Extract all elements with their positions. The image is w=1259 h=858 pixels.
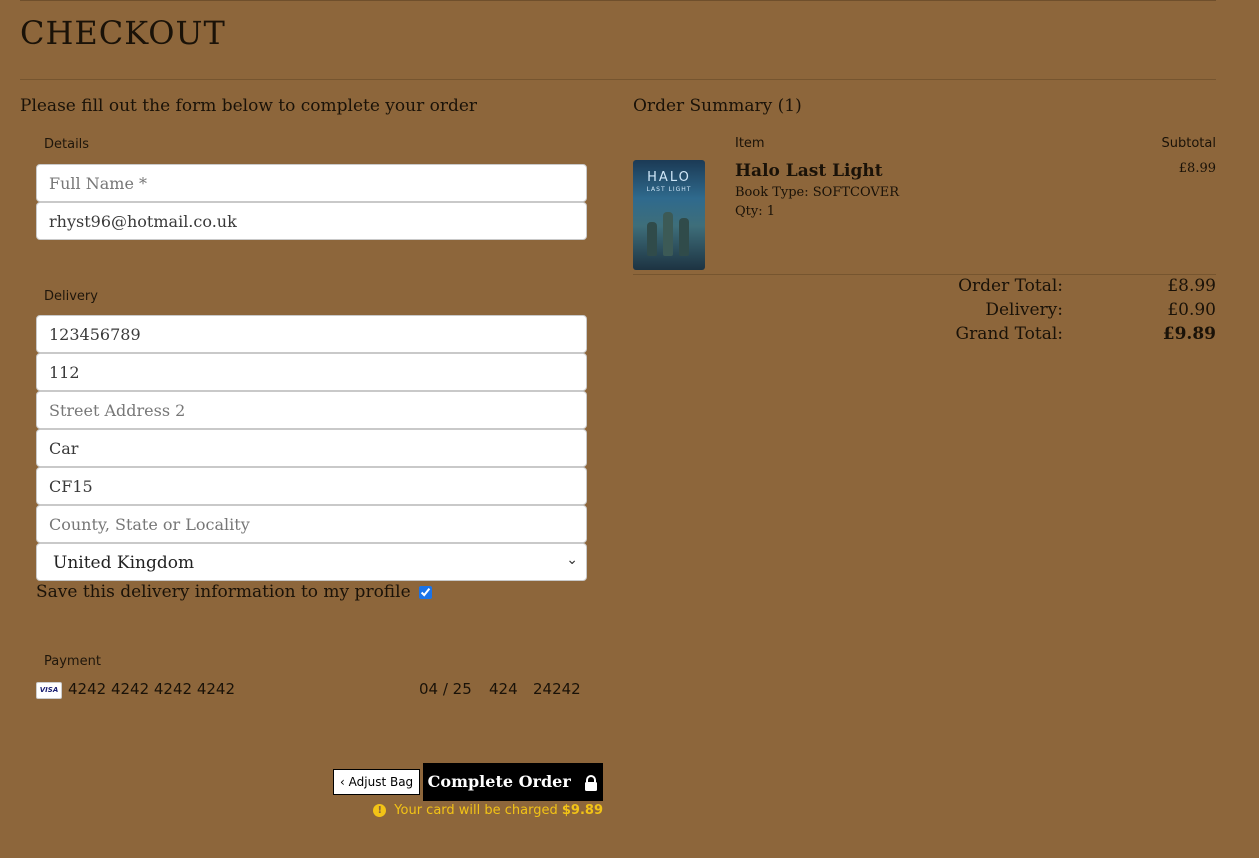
save-info-row: Save this delivery information to my pro…	[36, 582, 432, 602]
save-info-checkbox[interactable]	[418, 586, 432, 599]
title-divider	[20, 79, 1216, 80]
charge-text: Your card will be charged	[394, 803, 558, 818]
card-cvc-field[interactable]: 424	[489, 680, 518, 698]
visa-icon: VISA	[36, 682, 62, 699]
postcode-input[interactable]	[36, 467, 587, 505]
cover-subtitle: LAST LIGHT	[646, 186, 692, 193]
email-input[interactable]	[36, 202, 587, 240]
subtotal-column-header: Subtotal	[1161, 136, 1216, 151]
save-info-label: Save this delivery information to my pro…	[36, 582, 411, 602]
page-title: CHECKOUT	[20, 14, 226, 52]
payment-legend: Payment	[44, 654, 101, 669]
card-number-field[interactable]: 4242 4242 4242 4242	[68, 680, 235, 698]
grand-total-value: £9.89	[1162, 324, 1216, 344]
charge-amount: $9.89	[561, 803, 603, 818]
cover-figure	[663, 212, 673, 256]
order-total-label: Order Total:	[958, 276, 1063, 296]
item-column-header: Item	[735, 136, 765, 151]
adjust-bag-label: Adjust Bag	[348, 775, 414, 789]
order-summary-title: Order Summary (1)	[633, 96, 802, 116]
chevron-down-icon: ⌄	[566, 552, 578, 568]
chevron-left-icon: ‹	[340, 775, 345, 789]
country-select[interactable]: United Kingdom ⌄	[36, 543, 587, 581]
cover-figure	[679, 218, 689, 256]
details-legend: Details	[44, 137, 90, 152]
complete-order-label: Complete Order	[427, 772, 571, 791]
phone-input[interactable]	[36, 315, 587, 353]
delivery-label: Delivery:	[985, 300, 1063, 320]
grand-total-label: Grand Total:	[955, 324, 1063, 344]
summary-divider	[633, 274, 1216, 275]
form-intro: Please fill out the form below to comple…	[20, 96, 478, 116]
warning-icon: !	[373, 804, 387, 817]
item-quantity: Qty: 1	[735, 204, 776, 219]
delivery-value: £0.90	[1167, 300, 1216, 320]
order-total-value: £8.99	[1167, 276, 1216, 296]
top-divider	[20, 0, 1216, 1]
card-postal-field[interactable]: 24242	[533, 680, 581, 698]
book-cover-image: HALO LAST LIGHT	[633, 160, 705, 270]
country-selected-value: United Kingdom	[53, 553, 195, 573]
cover-title: HALO	[647, 170, 691, 185]
street-address-2-input[interactable]	[36, 391, 587, 429]
item-subtotal: £8.99	[1178, 161, 1216, 176]
town-input[interactable]	[36, 429, 587, 467]
delivery-legend: Delivery	[44, 289, 98, 304]
item-book-type: Book Type: SOFTCOVER	[735, 185, 900, 200]
county-input[interactable]	[36, 505, 587, 543]
street-address-1-input[interactable]	[36, 353, 587, 391]
adjust-bag-button[interactable]: ‹ Adjust Bag	[333, 769, 421, 795]
card-expiry-field[interactable]: 04 / 25	[419, 680, 472, 698]
cover-figure	[647, 222, 657, 256]
lock-icon	[585, 774, 598, 791]
full-name-input[interactable]	[36, 164, 587, 202]
charge-notice: ! Your card will be charged $9.89	[373, 803, 603, 818]
item-name: Halo Last Light	[735, 161, 883, 181]
complete-order-button[interactable]: Complete Order	[423, 763, 603, 801]
